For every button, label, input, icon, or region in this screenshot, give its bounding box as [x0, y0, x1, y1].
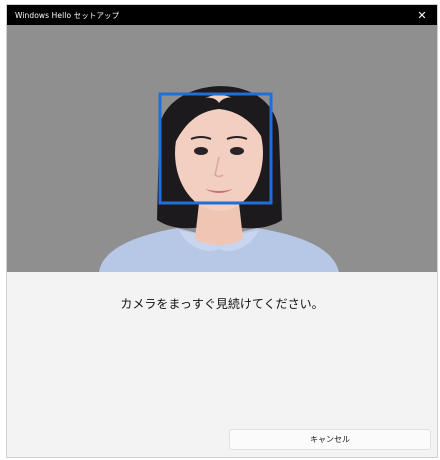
instruction-text: カメラをまっすぐ見続けてください。 [120, 297, 324, 311]
camera-preview [7, 25, 437, 272]
title-bar: Windows Hello セットアップ ✕ [7, 5, 437, 25]
hello-setup-window: Windows Hello セットアップ ✕ カメラをまっすぐ見続けてください。… [6, 4, 438, 458]
window-title: Windows Hello セットアップ [15, 10, 120, 20]
close-icon[interactable]: ✕ [415, 8, 429, 22]
camera-feed-image [7, 25, 437, 272]
cancel-button[interactable]: キャンセル [229, 429, 431, 450]
